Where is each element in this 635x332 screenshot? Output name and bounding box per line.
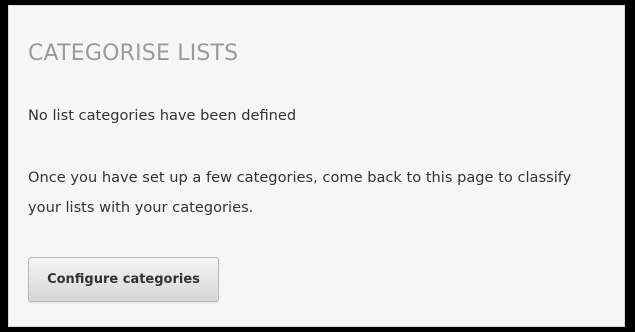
page-title: CATEGORISE LISTS xyxy=(28,41,239,66)
configure-categories-button[interactable]: Configure categories xyxy=(28,257,219,302)
categorise-lists-panel: CATEGORISE LISTS No list categories have… xyxy=(8,5,625,327)
empty-state-message: No list categories have been defined xyxy=(28,107,297,124)
help-message: Once you have set up a few categories, c… xyxy=(28,169,572,216)
